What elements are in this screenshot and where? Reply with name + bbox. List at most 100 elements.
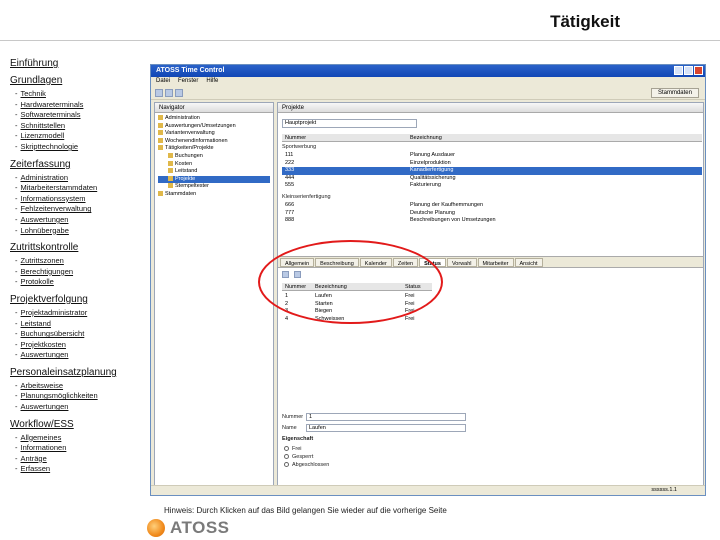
tree-item-label: Projekte xyxy=(175,175,196,182)
cell-bezeichnung: Qualitätssicherung xyxy=(410,174,456,181)
nav-item-bullet: - xyxy=(15,141,18,151)
hint-text: Hinweis: Durch Klicken auf das Bild gela… xyxy=(164,506,447,515)
nav-item-link[interactable]: Allgemeines xyxy=(21,433,62,442)
nav-link-intro[interactable]: Einführung xyxy=(10,58,145,69)
nav-heading[interactable]: Grundlagen xyxy=(10,75,145,86)
nav-item-bullet: - xyxy=(15,339,18,349)
nav-item: - Softwareterminals xyxy=(15,110,145,121)
radio-label: Abgeschlossen xyxy=(292,462,330,468)
cell-nummer: 444 xyxy=(285,174,295,181)
nav-item: - Auswertungen xyxy=(15,402,145,413)
radio-option: Frei xyxy=(284,446,301,452)
tree-item: Kosten xyxy=(158,161,270,169)
nav-item-link[interactable]: Auswertungen xyxy=(21,402,69,411)
nav-item-link[interactable]: Lohnübergabe xyxy=(21,226,69,235)
nav-item-link[interactable]: Buchungsübersicht xyxy=(21,329,85,338)
cell-bezeichnung: Fakturierung xyxy=(410,182,441,189)
nav-item-link[interactable]: Auswertungen xyxy=(21,350,69,359)
nav-section: Workflow/ESS - Allgemeines - Informationen - A… xyxy=(10,419,145,475)
nav-item-link[interactable]: Auswertungen xyxy=(21,215,69,224)
nav-heading[interactable]: Zeiterfassung xyxy=(10,159,145,170)
tree-item: Leitstand xyxy=(158,168,270,176)
nav-item-link[interactable]: Mitarbeiterstammdaten xyxy=(21,183,98,192)
nav-item-link[interactable]: Informationen xyxy=(21,443,67,452)
nav-item-bullet: - xyxy=(15,432,18,442)
atoss-logo-icon xyxy=(147,519,165,537)
folder-icon xyxy=(158,122,163,128)
nav-item-bullet: - xyxy=(15,225,18,235)
nav-section: Personaleinsatzplanung - Arbeitsweise - Plan… xyxy=(10,367,145,413)
folder-icon xyxy=(158,190,163,196)
nav-item-link[interactable]: Administration xyxy=(21,173,69,182)
radio-option: Gesperrt xyxy=(284,454,313,460)
nav-item-bullet: - xyxy=(15,318,18,328)
tree-item-label: Wochenendinformationen xyxy=(165,137,228,144)
atoss-logo-text: ATOSS xyxy=(170,518,230,537)
nav-item-link[interactable]: Fehlzeitenverwaltung xyxy=(21,204,92,213)
tree-item-label: Buchungen xyxy=(175,152,203,159)
nav-item-link[interactable]: Lizenzmodell xyxy=(21,131,65,140)
nav-list: - Administration - Mitarbeiterstammdaten - In… xyxy=(10,173,145,237)
col-bezeichnung: Bezeichnung xyxy=(410,135,442,141)
nav-item-link[interactable]: Softwareterminals xyxy=(21,110,81,119)
nav-item: - Auswertungen xyxy=(15,215,145,226)
nav-item-link[interactable]: Erfassen xyxy=(21,464,51,473)
nav-item-link[interactable]: Protokolle xyxy=(21,277,54,286)
nav-item-link[interactable]: Technik xyxy=(21,89,46,98)
tree-item-label: Kosten xyxy=(175,160,193,167)
table-row: 444 Qualitätssicherung xyxy=(282,175,702,183)
nav-heading[interactable]: Personaleinsatzplanung xyxy=(10,367,145,378)
nav-list: - Technik - Hardwareterminals - Softwaretermi… xyxy=(10,89,145,153)
folder-icon xyxy=(158,130,163,136)
nav-section: Zeiterfassung - Administration - Mitarbeiter… xyxy=(10,159,145,237)
nav-item-link[interactable]: Berechtigungen xyxy=(21,267,74,276)
nav-item-bullet: - xyxy=(15,443,18,453)
nav-heading[interactable]: Workflow/ESS xyxy=(10,419,145,430)
new-icon xyxy=(155,89,163,97)
nav-item-link[interactable]: Projektkosten xyxy=(21,340,66,349)
nav-item-link[interactable]: Anträge xyxy=(21,454,47,463)
nav-item-link[interactable]: Skripttechnologie xyxy=(21,142,79,151)
nav-item-bullet: - xyxy=(15,391,18,401)
navigator-tree: Administration Auswertungen/Umsetzungen Va… xyxy=(155,113,273,201)
nav-item-link[interactable]: Schnittstellen xyxy=(21,121,66,130)
radio-icon xyxy=(284,446,289,452)
nav-item-link[interactable]: Zutrittszonen xyxy=(21,256,64,265)
menu-hilfe: Hilfe xyxy=(206,78,219,84)
tree-item: Stempeltester xyxy=(158,183,270,191)
nav-list: - Arbeitsweise - Planungsmöglichkeiten - Ausw… xyxy=(10,381,145,413)
nav-item: - Projektkosten xyxy=(15,340,145,351)
nav-item-link[interactable]: Hardwareterminals xyxy=(21,100,84,109)
folder-icon xyxy=(158,115,163,121)
nav-item-bullet: - xyxy=(15,193,18,203)
nav-item-link[interactable]: Leitstand xyxy=(21,319,51,328)
minimize-icon xyxy=(674,66,683,75)
tree-item: Buchungen xyxy=(158,153,270,161)
nav-item-bullet: - xyxy=(15,99,18,109)
nav-item: - Mitarbeiterstammdaten xyxy=(15,183,145,194)
nav-item-link[interactable]: Projektadministrator xyxy=(21,308,88,317)
nav-item-bullet: - xyxy=(15,453,18,463)
nav-item-link[interactable]: Informationssystem xyxy=(21,194,86,203)
nav-item-bullet: - xyxy=(15,266,18,276)
nav-item: - Skripttechnologie xyxy=(15,142,145,153)
nav-heading[interactable]: Projektverfolgung xyxy=(10,294,145,305)
tree-item: Auswertungen/Umsetzungen xyxy=(158,123,270,131)
group-kleinserien: Kleinserienfertigung xyxy=(282,194,331,200)
radio-label: Gesperrt xyxy=(292,454,314,460)
nav-item-link[interactable]: Arbeitsweise xyxy=(21,381,64,390)
nav-item-link[interactable]: Planungsmöglichkeiten xyxy=(21,391,98,400)
detail-tab: Mitarbeiter xyxy=(477,258,514,267)
radio-icon xyxy=(284,462,289,468)
cell-nummer: 333 xyxy=(285,167,295,174)
name-input: Laufen xyxy=(306,424,466,432)
nav-list: - Projektadministrator - Leitstand - Buchungs… xyxy=(10,308,145,361)
folder-icon xyxy=(168,168,173,174)
nav-heading[interactable]: Zutrittskontrolle xyxy=(10,242,145,253)
detail-tab: Ansicht xyxy=(514,258,543,267)
nav-item: - Technik xyxy=(15,89,145,100)
nav-section: Grundlagen - Technik - Hardwareterminals - Sof… xyxy=(10,75,145,153)
table-row: 222 Einzelproduktion xyxy=(282,160,702,168)
nav-item: - Lohnübergabe xyxy=(15,226,145,237)
nav-list: - Zutrittszonen - Berechtigungen - Protokolle xyxy=(10,256,145,288)
